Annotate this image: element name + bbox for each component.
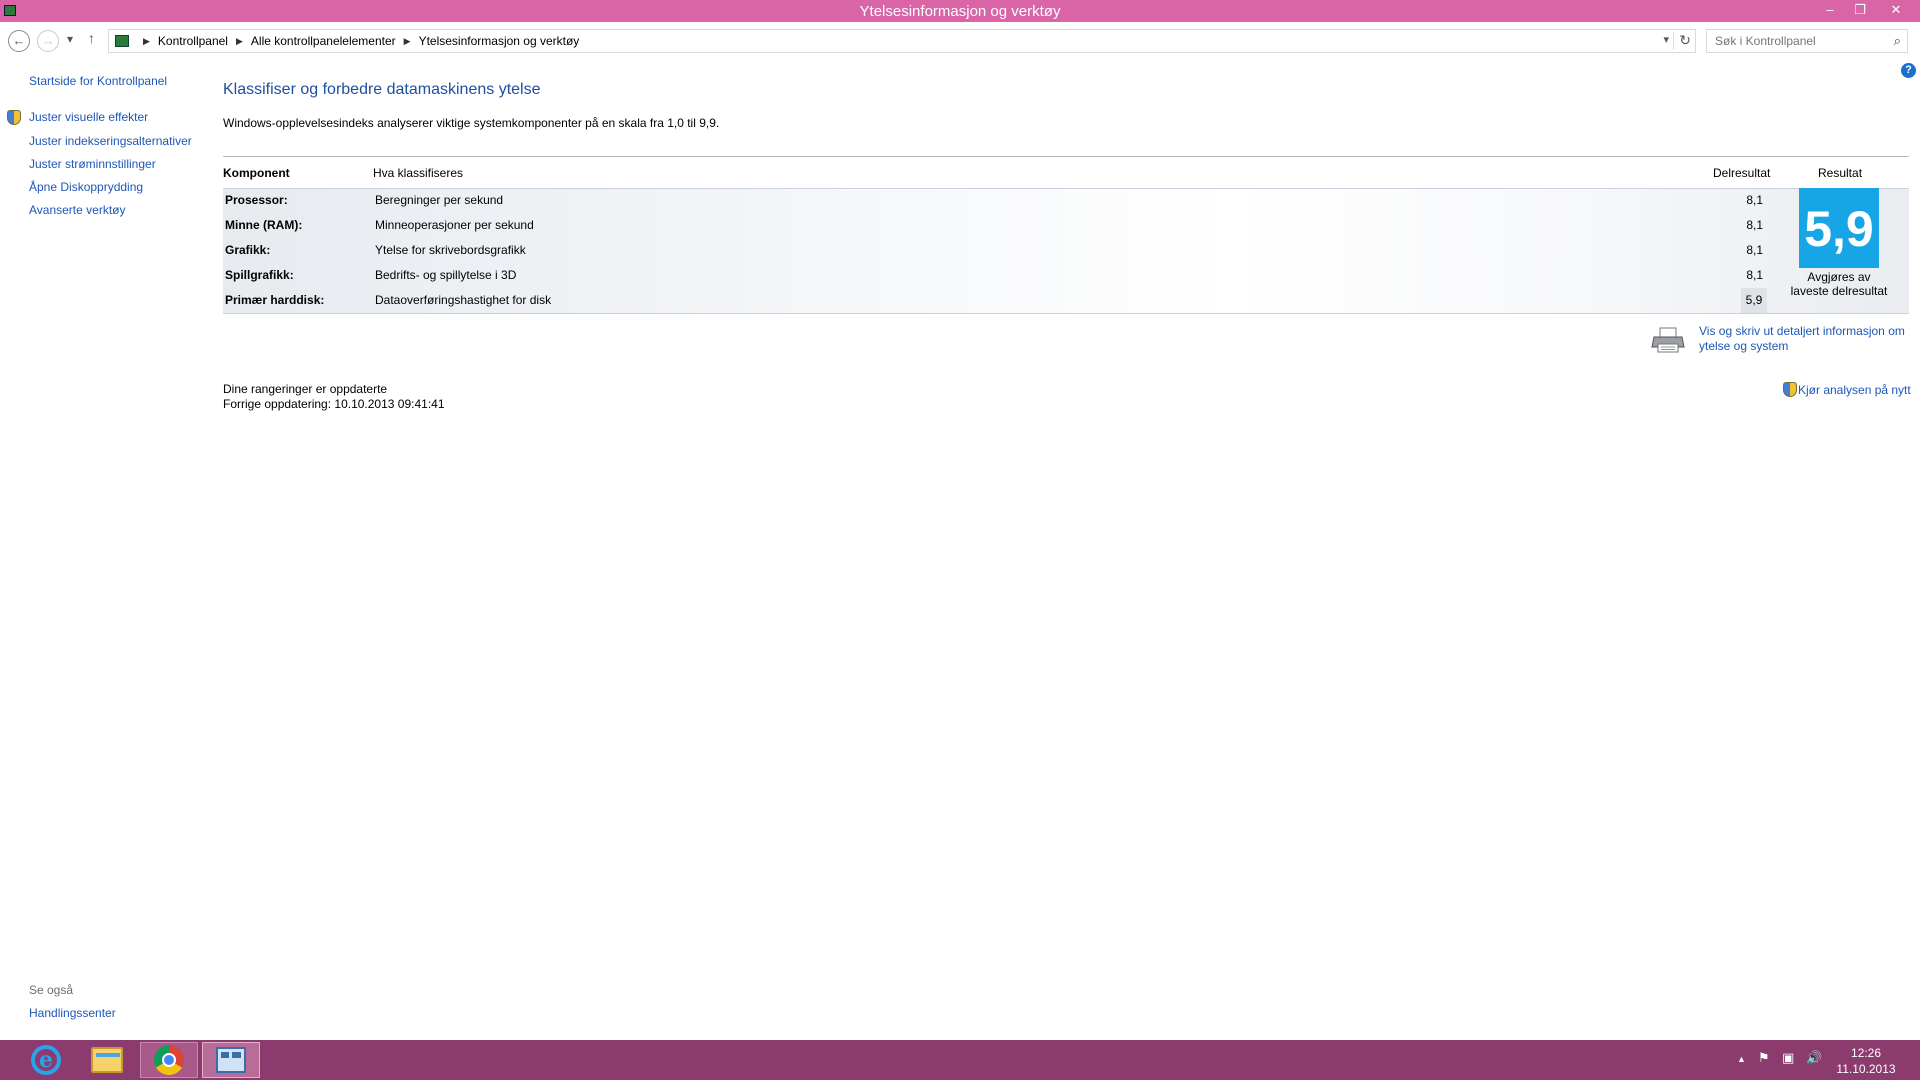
control-panel-icon xyxy=(216,1047,246,1073)
page-title: Klassifiser og forbedre datamaskinens yt… xyxy=(223,81,541,98)
search-input[interactable] xyxy=(1715,31,1885,51)
taskbar: e ▲ ⚑ ▣ 🔊 12:26 11.10.2013 xyxy=(0,1040,1920,1080)
table-row: Primær harddisk: Dataoverføringshastighe… xyxy=(223,288,1909,313)
component-name: Spillgrafikk: xyxy=(225,268,294,282)
subscore-value: 8,1 xyxy=(1746,268,1763,282)
clock-time: 12:26 xyxy=(1850,1046,1882,1060)
sidebar-item-power[interactable]: Juster strøminnstillinger xyxy=(29,157,156,171)
table-row: Spillgrafikk: Bedrifts- og spillytelse i… xyxy=(223,263,1909,288)
taskbar-control-panel[interactable] xyxy=(202,1042,260,1078)
base-score-note: Avgjøres av laveste delresultat xyxy=(1790,270,1888,298)
folder-icon xyxy=(91,1047,123,1073)
component-description: Ytelse for skrivebordsgrafikk xyxy=(375,243,526,257)
lowest-subscore-value: 5,9 xyxy=(1741,288,1767,313)
control-panel-icon xyxy=(115,35,129,47)
clock-date: 11.10.2013 xyxy=(1836,1062,1896,1076)
recent-locations-button[interactable]: ▾ xyxy=(67,32,73,46)
component-description: Beregninger per sekund xyxy=(375,193,504,207)
rerun-assessment[interactable]: Kjør analysen på nytt xyxy=(1783,382,1911,397)
component-description: Dataoverføringshastighet for disk xyxy=(375,293,552,307)
sidebar-item-visual-effects[interactable]: Juster visuelle effekter xyxy=(29,110,148,124)
breadcrumb-alle-elementer[interactable]: Alle kontrollpanelelementer xyxy=(251,34,396,48)
window-title: Ytelsesinformasjon og verktøy xyxy=(859,3,1061,20)
close-button[interactable]: ✕ xyxy=(1882,0,1910,20)
column-header-subscore: Delresultat xyxy=(1713,166,1771,180)
navigation-bar: ← → ▾ ↑ ▶ Kontrollpanel ▶ Alle kontrollp… xyxy=(0,26,1920,56)
chevron-right-icon[interactable]: ▶ xyxy=(404,36,411,47)
taskbar-file-explorer[interactable] xyxy=(78,1042,136,1078)
print-details-link[interactable]: Vis og skriv ut detaljert informasjon om… xyxy=(1699,324,1911,354)
component-name: Minne (RAM): xyxy=(225,218,303,232)
component-name: Primær harddisk: xyxy=(225,293,325,307)
subscore-value: 8,1 xyxy=(1746,193,1763,207)
flag-icon[interactable]: ⚑ xyxy=(1758,1050,1770,1066)
printer-icon xyxy=(1651,327,1685,353)
forward-button[interactable]: → xyxy=(37,30,59,52)
action-center-link[interactable]: Handlingssenter xyxy=(29,1006,116,1020)
status-text: Dine rangeringer er oppdaterte xyxy=(223,382,388,396)
component-description: Bedrifts- og spillytelse i 3D xyxy=(375,268,517,282)
breadcrumb: ▶ Kontrollpanel ▶ Alle kontrollpanelelem… xyxy=(115,34,579,48)
breadcrumb-kontrollpanel[interactable]: Kontrollpanel xyxy=(158,34,228,48)
subscore-value: 8,1 xyxy=(1746,243,1763,257)
title-bar: Ytelsesinformasjon og verktøy – ❐ ✕ xyxy=(0,0,1920,22)
restore-button[interactable]: ❐ xyxy=(1846,0,1874,20)
taskbar-chrome[interactable] xyxy=(140,1042,198,1078)
subscore-value: 8,1 xyxy=(1746,218,1763,232)
show-hidden-icons-button[interactable]: ▲ xyxy=(1737,1054,1746,1064)
minimize-button[interactable]: – xyxy=(1816,0,1844,20)
chrome-icon xyxy=(154,1045,184,1075)
taskbar-internet-explorer[interactable]: e xyxy=(17,1042,75,1078)
chevron-down-icon[interactable]: ▾ xyxy=(1663,33,1669,46)
chevron-right-icon[interactable]: ▶ xyxy=(143,36,150,47)
uac-shield-icon xyxy=(7,110,21,125)
column-header-what: Hva klassifiseres xyxy=(373,166,464,180)
network-icon[interactable]: ▣ xyxy=(1782,1050,1794,1066)
column-header-component: Komponent xyxy=(223,166,290,180)
sidebar-home-link[interactable]: Startside for Kontrollpanel xyxy=(29,74,167,88)
refresh-icon[interactable]: ↻ xyxy=(1673,32,1691,50)
see-also-heading: Se også xyxy=(29,983,74,997)
volume-icon[interactable]: 🔊 xyxy=(1806,1050,1822,1066)
divider xyxy=(223,156,1909,157)
uac-shield-icon xyxy=(1783,382,1797,397)
search-box[interactable]: ⌕ xyxy=(1706,29,1908,53)
last-update-text: Forrige oppdatering: 10.10.2013 09:41:41 xyxy=(223,397,445,411)
internet-explorer-icon: e xyxy=(31,1045,61,1075)
taskbar-clock[interactable]: 12:26 11.10.2013 xyxy=(1828,1045,1904,1077)
chevron-right-icon[interactable]: ▶ xyxy=(236,36,243,47)
component-name: Grafikk: xyxy=(225,243,271,257)
table-row: Minne (RAM): Minneoperasjoner per sekund… xyxy=(223,213,1909,238)
intro-text: Windows-opplevelsesindeks analyserer vik… xyxy=(223,116,720,130)
column-header-score: Resultat xyxy=(1818,166,1863,180)
table-row: Prosessor: Beregninger per sekund 8,1 xyxy=(223,188,1909,213)
search-icon[interactable]: ⌕ xyxy=(1894,33,1901,49)
base-score-tile: 5,9 xyxy=(1799,188,1879,268)
up-button[interactable]: ↑ xyxy=(88,30,95,46)
sidebar-item-advanced-tools[interactable]: Avanserte verktøy xyxy=(29,203,125,217)
sidebar-item-disk-cleanup[interactable]: Åpne Diskopprydding xyxy=(29,180,143,194)
address-bar[interactable]: ▶ Kontrollpanel ▶ Alle kontrollpanelelem… xyxy=(108,29,1696,53)
sidebar-item-indexing[interactable]: Juster indekseringsalternativer xyxy=(29,134,192,148)
help-icon[interactable]: ? xyxy=(1901,63,1916,78)
rerun-assessment-link[interactable]: Kjør analysen på nytt xyxy=(1798,383,1911,397)
component-name: Prosessor: xyxy=(225,193,288,207)
table-row: Grafikk: Ytelse for skrivebordsgrafikk 8… xyxy=(223,238,1909,263)
breadcrumb-current[interactable]: Ytelsesinformasjon og verktøy xyxy=(419,34,580,48)
back-button[interactable]: ← xyxy=(8,30,30,52)
component-description: Minneoperasjoner per sekund xyxy=(375,218,534,232)
